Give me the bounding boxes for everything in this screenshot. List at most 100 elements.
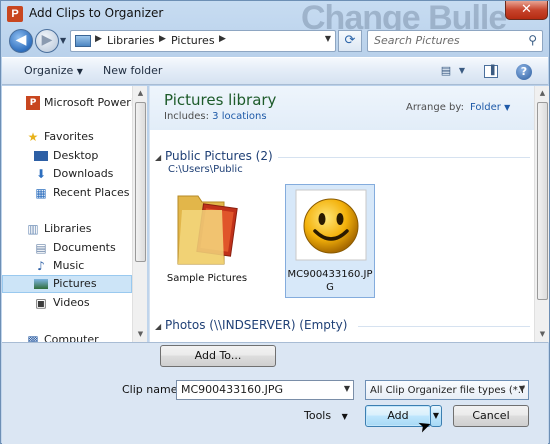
add-to-button[interactable]: Add To...	[160, 345, 276, 367]
breadcrumb-separator-icon[interactable]: ▶	[219, 34, 226, 44]
title-bar: P Add Clips to Organizer Change Bulle ✕	[1, 0, 549, 37]
powerpoint-icon: P	[26, 96, 40, 110]
libraries-icon: ▥	[27, 222, 39, 236]
file-name-line-1: MC900433160.JP	[287, 269, 373, 280]
nav-item-label: Music	[53, 259, 85, 272]
file-list-scrollbar[interactable]: ▲ ▼	[534, 86, 549, 342]
file-type-select[interactable]: All Clip Organizer file types (*.f ▼	[365, 380, 529, 400]
nav-item-label: Microsoft PowerPo	[44, 96, 132, 109]
nav-item-desktop[interactable]: Desktop	[2, 147, 132, 165]
new-folder-button[interactable]: New folder	[103, 64, 162, 77]
nav-item-label: Desktop	[53, 149, 99, 162]
preview-pane-icon[interactable]: ▐	[484, 65, 498, 78]
breadcrumb-separator-icon[interactable]: ▶	[159, 34, 166, 44]
search-placeholder: Search Pictures	[374, 34, 460, 47]
group-header-photos[interactable]: ◢ Photos (\\INDSERVER) (Empty)	[155, 318, 347, 332]
powerpoint-app-icon: P	[7, 6, 23, 22]
group-divider	[278, 157, 530, 158]
collapse-icon: ◢	[155, 153, 162, 162]
nav-item-downloads[interactable]: ⬇ Downloads	[2, 165, 132, 183]
scroll-down-icon[interactable]: ▼	[535, 327, 550, 342]
clip-name-input[interactable]: MC900433160.JPG ▼	[176, 380, 354, 400]
add-clips-dialog: P Add Clips to Organizer Change Bulle ✕ …	[0, 0, 550, 444]
cancel-button[interactable]: Cancel	[453, 405, 529, 427]
file-item-sample-pictures[interactable]: Sample Pictures	[162, 184, 252, 298]
nav-item-documents[interactable]: ▤ Documents	[2, 239, 132, 257]
search-input[interactable]: Search Pictures ⚲	[367, 30, 543, 52]
tools-label: Tools	[304, 409, 332, 422]
file-name: Sample Pictures	[166, 273, 248, 284]
nav-item-videos[interactable]: ▣ Videos	[2, 294, 132, 312]
computer-icon: ▩	[27, 333, 39, 342]
library-header: Pictures library Includes: 3 locations A…	[150, 86, 534, 130]
file-item-mc900433160[interactable]: MC900433160.JP G	[285, 184, 375, 298]
help-icon[interactable]: ?	[516, 64, 532, 80]
scroll-down-icon[interactable]: ▼	[133, 327, 148, 342]
file-type-value: All Clip Organizer file types (*.f	[370, 385, 525, 396]
chevron-down-icon: ▼	[432, 411, 440, 420]
back-arrow-icon: ◀	[15, 32, 27, 48]
chevron-down-icon: ▼	[341, 412, 348, 421]
nav-item-label: Videos	[53, 296, 90, 309]
view-dropdown-icon[interactable]: ▼	[454, 63, 470, 79]
scroll-up-icon[interactable]: ▲	[133, 86, 148, 101]
refresh-button[interactable]: ⟳	[338, 30, 362, 52]
recent-places-icon: ▦	[35, 186, 47, 200]
change-view-icon[interactable]: ▤	[438, 63, 454, 79]
smiley-icon	[295, 189, 367, 261]
nav-item-music[interactable]: ♪ Music	[2, 257, 132, 275]
clip-name-label: Clip name:	[122, 383, 182, 396]
dialog-footer: Add To... Clip name: MC900433160.JPG ▼ A…	[2, 342, 548, 444]
address-dropdown-icon[interactable]: ▼	[325, 34, 331, 43]
arrange-by-dropdown[interactable]: Folder ▼	[470, 102, 510, 113]
nav-item-microsoft-powerpoint[interactable]: P Microsoft PowerPo	[2, 94, 132, 112]
window-title: Add Clips to Organizer	[29, 6, 164, 20]
scroll-thumb[interactable]	[537, 102, 548, 300]
navigation-row: ◀ ▶ ▼ ▶ Libraries ▶ Pictures ▶ ▼ ⟳ Searc…	[1, 27, 549, 55]
forward-button[interactable]: ▶	[35, 29, 59, 53]
locations-link[interactable]: 3 locations	[212, 111, 266, 122]
group-title: Photos (\\INDSERVER) (Empty)	[164, 318, 348, 332]
nav-item-pictures[interactable]: Pictures	[2, 275, 132, 293]
back-button[interactable]: ◀	[9, 29, 33, 53]
search-icon[interactable]: ⚲	[528, 33, 537, 47]
chevron-down-icon[interactable]: ▼	[344, 384, 350, 393]
organize-button[interactable]: Organize ▼	[24, 64, 83, 77]
nav-item-computer[interactable]: ▩ Computer	[2, 331, 132, 342]
group-header-public-pictures[interactable]: ◢ Public Pictures (2)	[155, 149, 273, 163]
recent-pages-dropdown-icon[interactable]: ▼	[60, 36, 66, 45]
nav-item-label: Documents	[53, 241, 116, 254]
navigation-scrollbar[interactable]: ▲ ▼	[132, 86, 147, 342]
arrange-by-value: Folder	[470, 102, 501, 113]
downloads-icon: ⬇	[35, 167, 47, 181]
group-title: Public Pictures (2)	[164, 149, 273, 163]
close-icon: ✕	[521, 2, 532, 17]
breadcrumb-separator-icon[interactable]: ▶	[95, 34, 102, 44]
library-folder-icon	[75, 35, 91, 47]
nav-item-recent-places[interactable]: ▦ Recent Places	[2, 184, 132, 202]
scroll-thumb[interactable]	[135, 102, 146, 262]
nav-item-label: Libraries	[44, 222, 92, 235]
arrange-by-label: Arrange by:	[406, 102, 464, 113]
music-icon: ♪	[37, 259, 45, 273]
breadcrumb-libraries[interactable]: Libraries	[107, 34, 155, 47]
navigation-pane: P Microsoft PowerPo ★ Favorites Desktop …	[2, 86, 132, 342]
desktop-icon	[34, 151, 48, 161]
tools-button[interactable]: Tools ▼	[304, 409, 348, 422]
chevron-down-icon[interactable]: ▼	[519, 384, 525, 393]
clip-name-value: MC900433160.JPG	[181, 383, 284, 396]
group-path: C:\Users\Public	[168, 164, 243, 175]
scroll-up-icon[interactable]: ▲	[535, 86, 550, 101]
nav-item-label: Downloads	[53, 167, 114, 180]
nav-item-favorites[interactable]: ★ Favorites	[2, 128, 132, 146]
address-bar[interactable]: ▶ Libraries ▶ Pictures ▶ ▼	[70, 30, 336, 52]
close-button[interactable]: ✕	[505, 1, 548, 20]
includes-label: Includes:	[164, 111, 209, 122]
pictures-icon	[34, 279, 48, 289]
file-name-line-2: G	[326, 282, 334, 293]
nav-item-label: Pictures	[53, 277, 97, 290]
nav-item-libraries[interactable]: ▥ Libraries	[2, 220, 132, 238]
add-options-dropdown[interactable]: ▼	[430, 405, 442, 427]
organize-label: Organize	[24, 64, 74, 77]
breadcrumb-pictures[interactable]: Pictures	[171, 34, 215, 47]
